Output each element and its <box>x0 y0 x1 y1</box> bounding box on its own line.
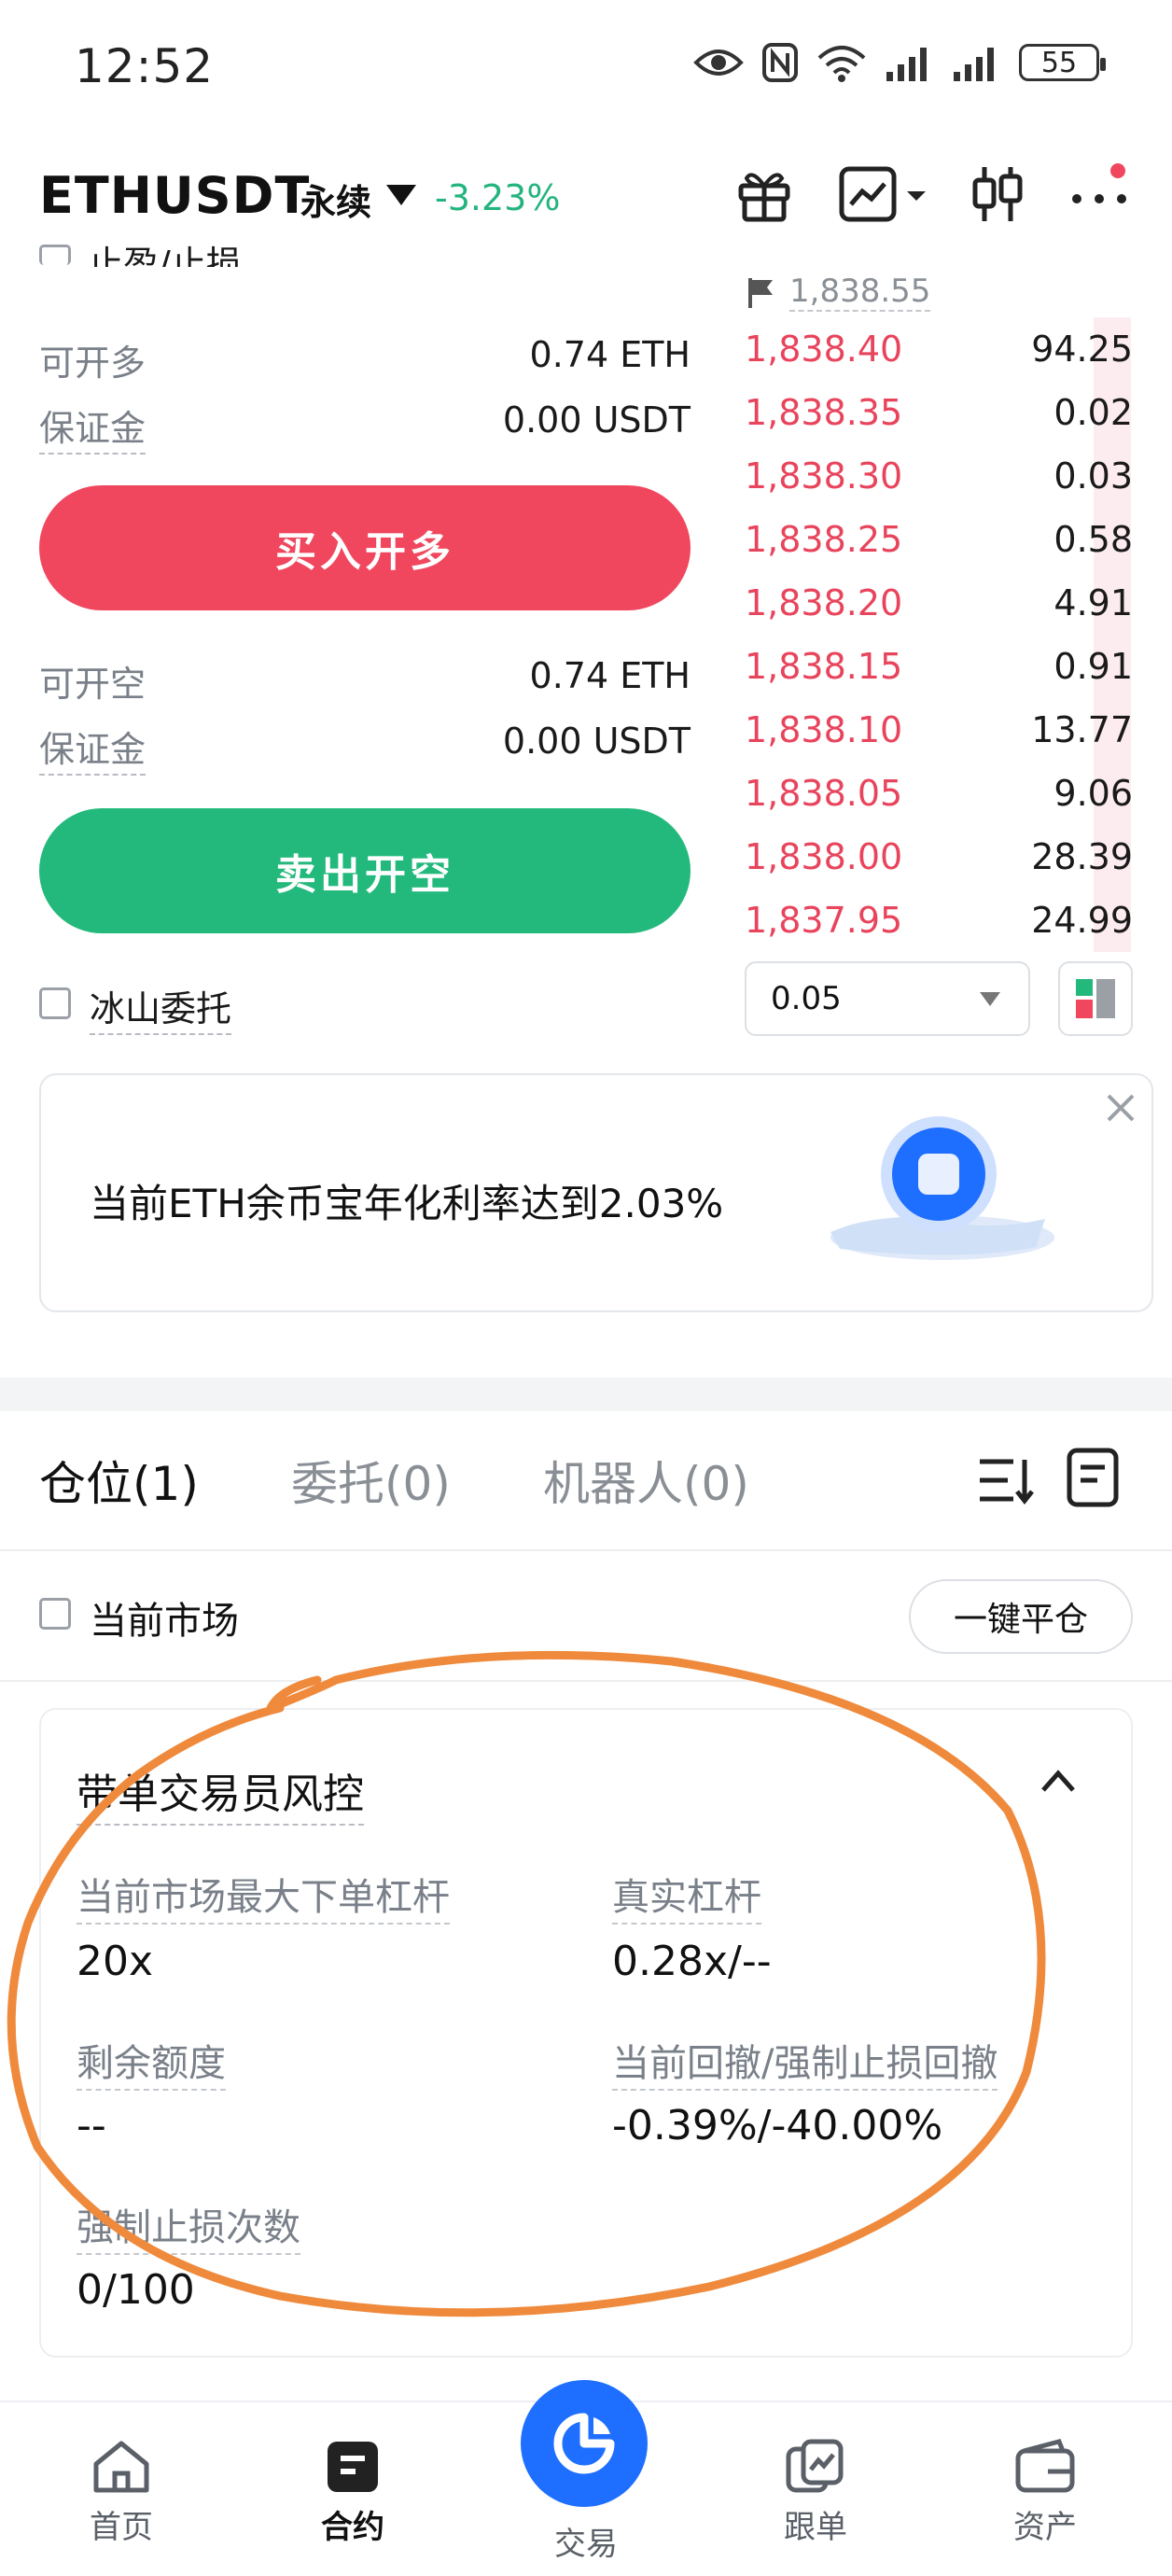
promo-text: 当前ETH余币宝年化利率达到2.03% <box>90 1181 724 1226</box>
signal-icon-2 <box>954 48 994 81</box>
symbol-title[interactable]: ETHUSDT <box>39 166 310 225</box>
ask-quantity: 0.02 <box>1053 392 1133 433</box>
long-margin-value: 0.00 USDT <box>502 399 691 441</box>
savings-illustration <box>830 1116 1054 1260</box>
order-book-row[interactable]: 1,838.30 0.03 <box>745 444 1133 508</box>
book-layout-icon <box>1076 979 1115 1018</box>
tab-bots[interactable]: 机器人(0) <box>543 1447 749 1514</box>
candlestick-icon[interactable] <box>967 157 1028 231</box>
short-available-label: 可开空 <box>39 664 146 705</box>
annotation-circle <box>7 1650 1046 2317</box>
order-book-row[interactable]: 1,838.15 0.91 <box>745 635 1133 698</box>
ask-quantity: 28.39 <box>1031 836 1133 877</box>
ask-price: 1,838.15 <box>745 646 903 687</box>
close-icon[interactable] <box>1103 1090 1138 1126</box>
home-icon <box>93 2441 149 2493</box>
nav-contracts[interactable]: 合约 <box>278 2438 427 2547</box>
ask-quantity: 9.06 <box>1053 773 1133 814</box>
order-book-row[interactable]: 1,838.00 28.39 <box>745 825 1133 889</box>
current-market-label: 当前市场 <box>90 1600 239 1643</box>
sort-icon[interactable] <box>976 1452 1034 1508</box>
short-margin-value: 0.00 USDT <box>502 721 691 762</box>
long-available-value: 0.74 ETH <box>529 334 691 375</box>
contract-type[interactable]: 永续 <box>300 174 371 225</box>
buy-long-button[interactable]: 买入开多 <box>39 485 691 610</box>
nav-contracts-label: 合约 <box>321 2509 384 2546</box>
mark-price: 1,838.55 <box>789 273 931 312</box>
nfc-icon <box>762 43 798 82</box>
signal-icon <box>886 48 927 81</box>
short-margin-label: 保证金 <box>39 721 146 776</box>
iceberg-label: 冰山委托 <box>90 980 232 1035</box>
order-book-row[interactable]: 1,838.20 4.91 <box>745 571 1133 635</box>
order-book-row[interactable]: 1,838.35 0.02 <box>745 381 1133 444</box>
ask-price: 1,838.05 <box>745 773 903 814</box>
long-available-label: 可开多 <box>39 343 146 384</box>
nav-copy-trade[interactable]: 跟单 <box>741 2438 890 2547</box>
tp-sl-checkbox[interactable] <box>39 245 71 265</box>
ask-quantity: 0.03 <box>1053 455 1133 497</box>
chart-icon[interactable] <box>838 157 931 231</box>
document-icon[interactable] <box>1066 1447 1120 1508</box>
order-book-row[interactable]: 1,838.10 13.77 <box>745 698 1133 762</box>
contract-icon <box>328 2442 378 2492</box>
precision-select[interactable]: 0.05 <box>745 961 1030 1036</box>
order-book-row[interactable]: 1,838.05 9.06 <box>745 762 1133 825</box>
gift-icon[interactable] <box>730 157 799 231</box>
battery-icon: 55 <box>1019 44 1106 81</box>
ask-price: 1,838.35 <box>745 392 903 433</box>
tab-positions[interactable]: 仓位(1) <box>39 1447 199 1514</box>
book-layout-button[interactable] <box>1058 961 1133 1036</box>
ask-quantity: 13.77 <box>1031 709 1133 750</box>
nav-copy-trade-label: 跟单 <box>784 2509 847 2546</box>
caret-down-icon <box>980 991 1000 1006</box>
nav-home[interactable]: 首页 <box>47 2438 196 2547</box>
ask-price: 1,838.30 <box>745 455 903 497</box>
copy-trade-icon <box>786 2439 844 2493</box>
ask-quantity: 0.58 <box>1053 519 1133 560</box>
tp-sl-label: 止盈/止损 <box>88 244 242 267</box>
wifi-icon <box>817 46 866 82</box>
nav-assets[interactable]: 资产 <box>970 2438 1120 2547</box>
status-icons: 55 <box>692 41 1106 84</box>
ask-price: 1,838.25 <box>745 519 903 560</box>
section-separator <box>0 1378 1172 1411</box>
caret-down-icon[interactable] <box>386 185 416 205</box>
ask-quantity: 94.25 <box>1031 329 1133 370</box>
status-time: 12:52 <box>75 39 215 93</box>
tab-orders[interactable]: 委托(0) <box>291 1447 451 1514</box>
order-book-row[interactable]: 1,838.25 0.58 <box>745 508 1133 571</box>
long-margin-label: 保证金 <box>39 399 146 455</box>
ask-quantity: 4.91 <box>1053 582 1133 623</box>
wallet-icon <box>1015 2439 1075 2493</box>
ask-price: 1,838.10 <box>745 709 903 750</box>
ask-price: 1,838.20 <box>745 582 903 623</box>
ask-quantity: 24.99 <box>1031 900 1133 941</box>
divider <box>0 1549 1172 1551</box>
nav-trade[interactable]: 交易 <box>511 2513 661 2564</box>
ask-price: 1,837.95 <box>745 900 903 941</box>
more-icon[interactable] <box>1066 157 1135 231</box>
flag-icon <box>748 278 773 308</box>
ask-quantity: 0.91 <box>1053 646 1133 687</box>
sell-short-button[interactable]: 卖出开空 <box>39 808 691 933</box>
trade-icon <box>553 2413 615 2474</box>
nav-assets-label: 资产 <box>1013 2509 1077 2546</box>
nav-trade-button[interactable] <box>521 2380 648 2507</box>
short-available-value: 0.74 ETH <box>529 655 691 696</box>
price-change: -3.23% <box>435 177 561 218</box>
eye-icon <box>693 49 744 76</box>
iceberg-checkbox[interactable] <box>39 987 71 1019</box>
order-book-row[interactable]: 1,838.40 94.25 <box>745 317 1133 381</box>
ask-price: 1,838.40 <box>745 329 903 370</box>
current-market-checkbox[interactable] <box>39 1598 71 1630</box>
ask-price: 1,838.00 <box>745 836 903 877</box>
precision-value: 0.05 <box>771 980 842 1017</box>
order-book-row[interactable]: 1,837.95 24.99 <box>745 889 1133 952</box>
nav-trade-label: 交易 <box>554 2526 618 2563</box>
nav-home-label: 首页 <box>90 2509 153 2546</box>
